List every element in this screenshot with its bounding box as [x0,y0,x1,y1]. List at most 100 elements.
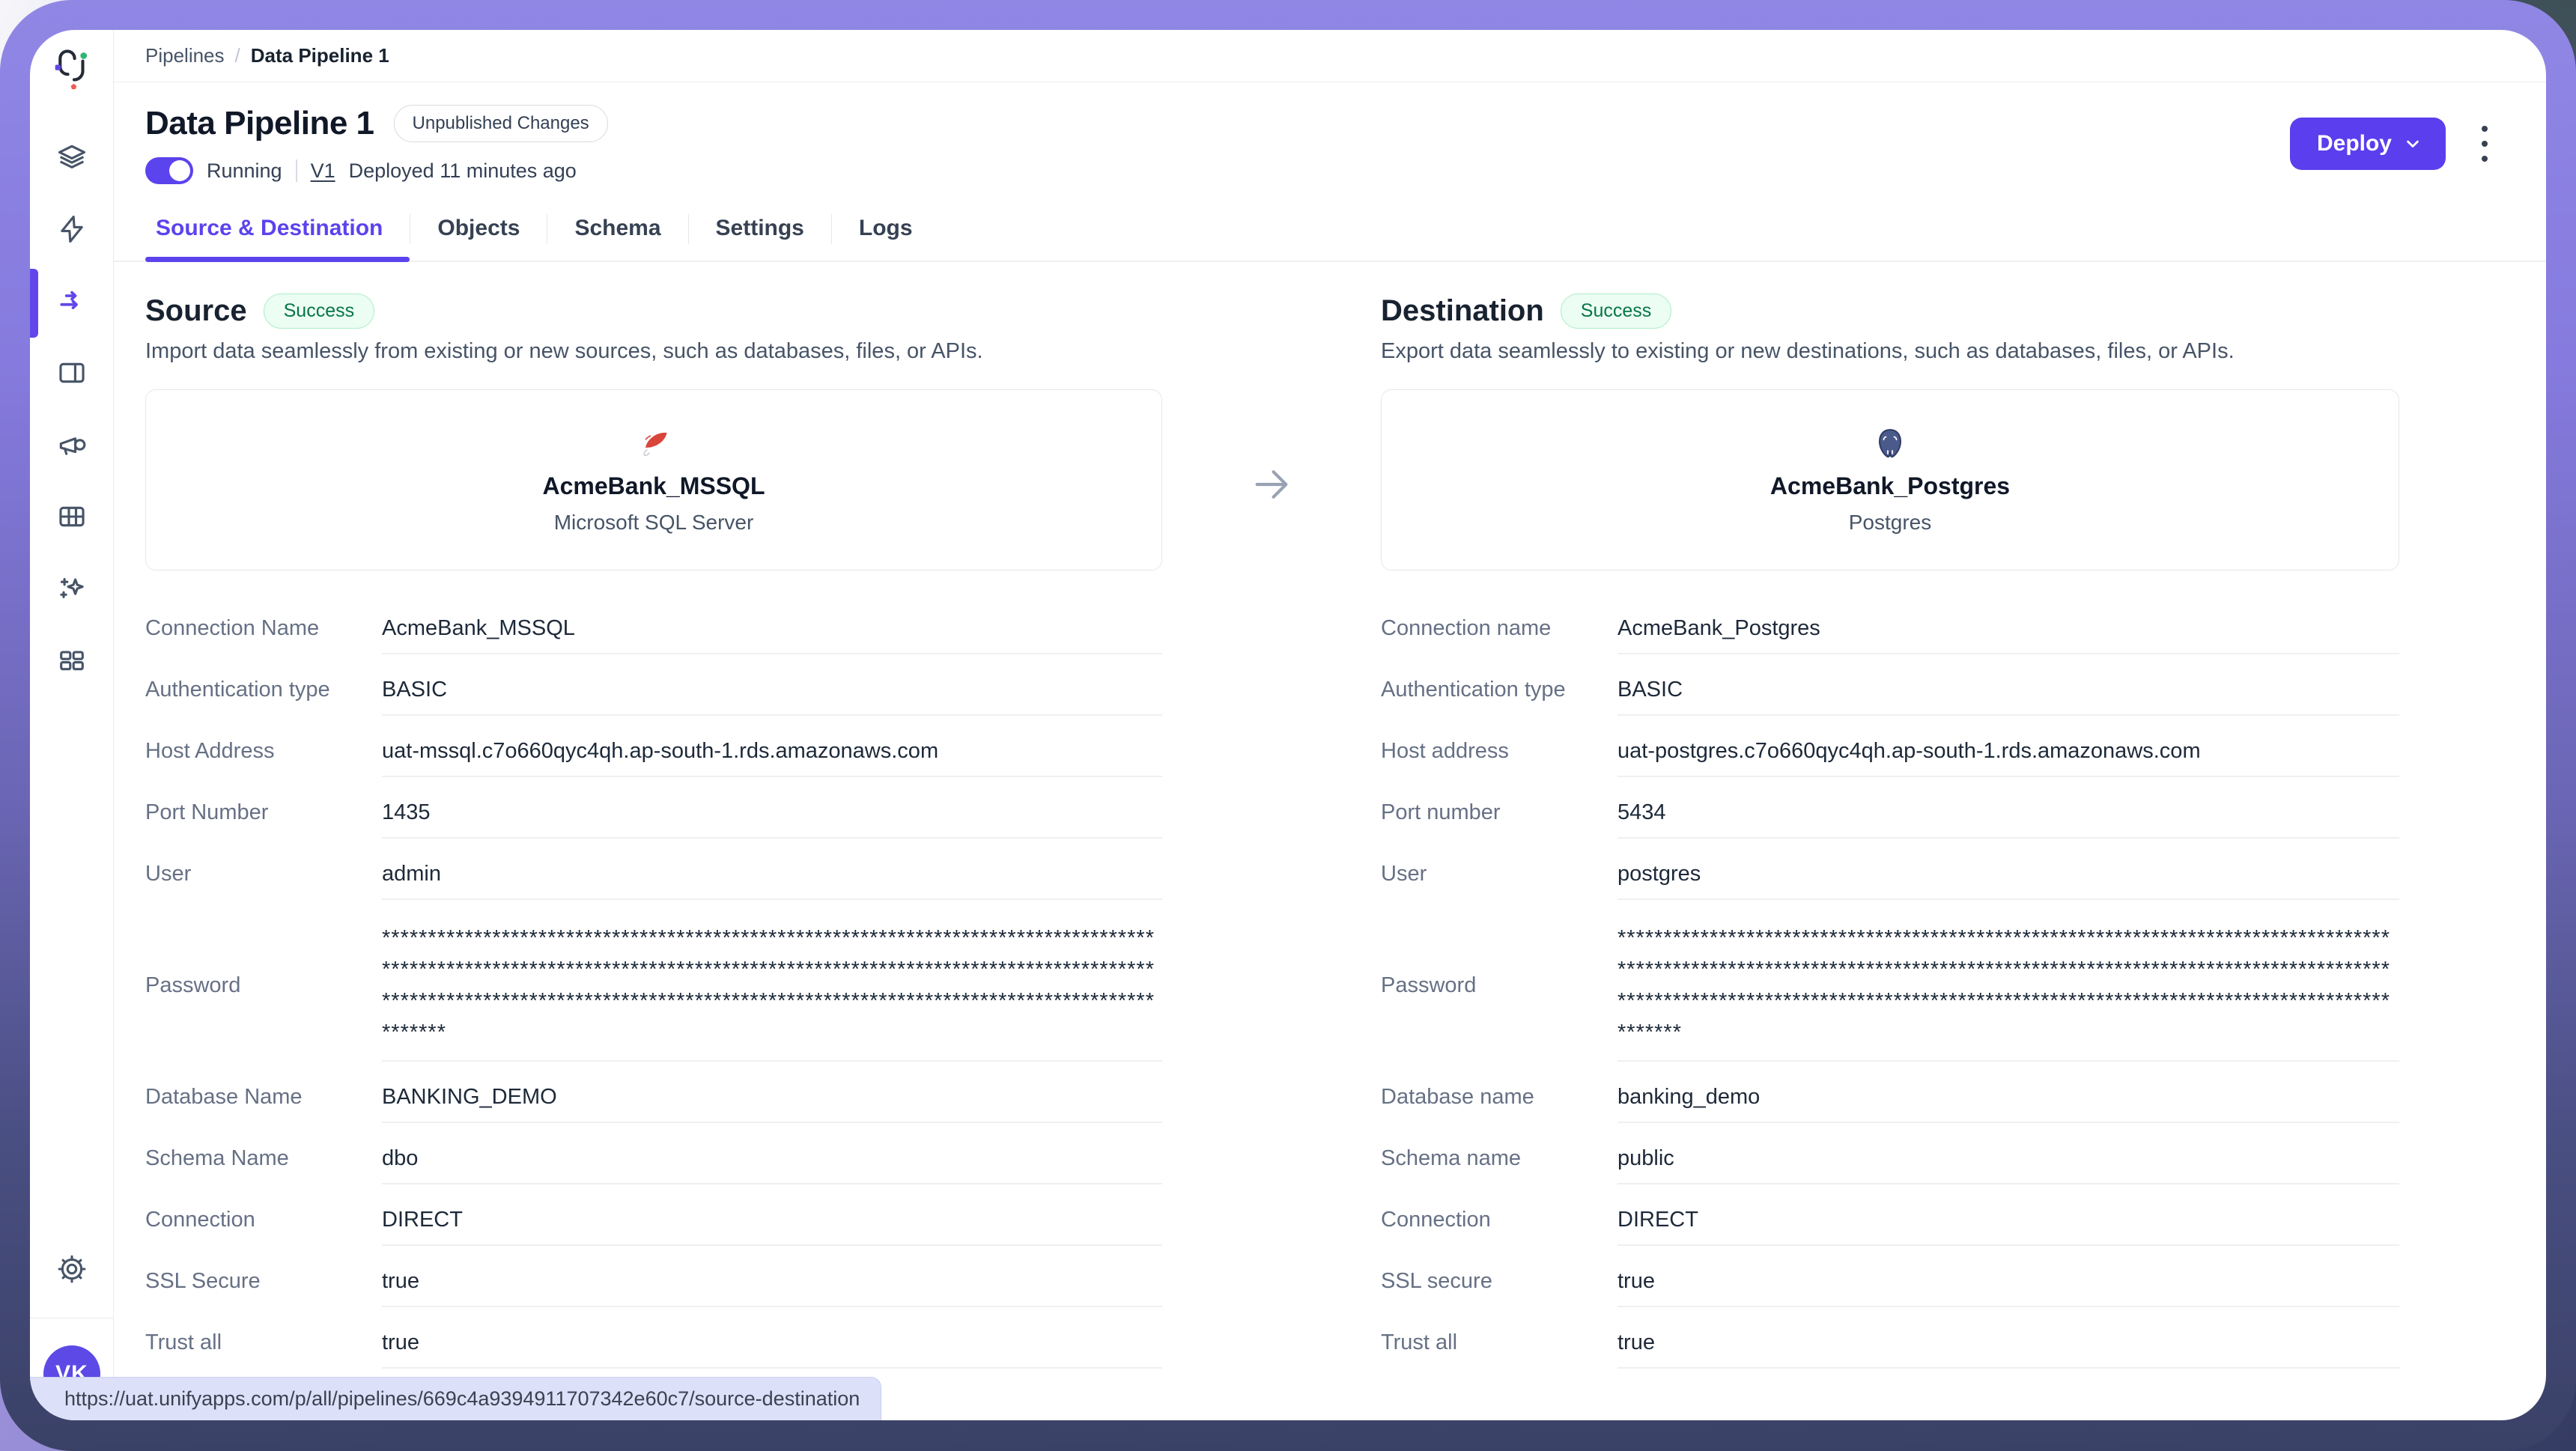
source-ssl-field[interactable]: true [382,1268,1162,1307]
tab-logs[interactable]: Logs [832,205,940,261]
source-title: Source [145,294,247,328]
dest-database-field[interactable]: banking_demo [1617,1084,2399,1123]
field-row: Connection NameAcmeBank_MSSQL [145,615,1162,654]
field-row: Authentication typeBASIC [145,677,1162,716]
source-auth-type-field[interactable]: BASIC [382,677,1162,716]
source-connector-card[interactable]: AcmeBank_MSSQL Microsoft SQL Server [145,389,1162,571]
page-header: Data Pipeline 1 Unpublished Changes Runn… [114,82,2546,184]
settings-button[interactable] [30,1252,114,1286]
field-row: Authentication typeBASIC [1381,677,2399,716]
field-row: Userpostgres [1381,861,2399,900]
main-content: Pipelines / Data Pipeline 1 Data Pipelin… [114,30,2546,1420]
field-row: Trust alltrue [145,1330,1162,1369]
breadcrumb-separator: / [235,44,240,67]
destination-connector-type: Postgres [1849,511,1932,535]
running-toggle[interactable] [145,157,193,184]
source-trust-all-field[interactable]: true [382,1330,1162,1369]
field-row: Password********************************… [145,922,1162,1062]
version-link[interactable]: V1 [311,159,335,183]
destination-connector-name: AcmeBank_Postgres [1770,472,2010,500]
source-connector-type: Microsoft SQL Server [554,511,754,535]
mssql-icon [636,426,672,462]
sidebar-nav [54,139,90,714]
field-row: ConnectionDIRECT [145,1207,1162,1246]
source-connection-field[interactable]: DIRECT [382,1207,1162,1246]
tab-settings[interactable]: Settings [689,205,831,261]
breadcrumb-current: Data Pipeline 1 [251,44,389,67]
source-success-badge: Success [264,293,374,329]
sidebar-item-megaphone[interactable] [54,427,90,463]
deploy-label: Deploy [2317,131,2392,156]
kebab-icon [2480,124,2489,163]
field-row: Connection nameAcmeBank_Postgres [1381,615,2399,654]
tab-objects[interactable]: Objects [410,205,547,261]
breadcrumb: Pipelines / Data Pipeline 1 [114,30,2546,82]
dest-schema-field[interactable]: public [1617,1146,2399,1184]
field-row: Schema namepublic [1381,1146,2399,1184]
source-database-field[interactable]: BANKING_DEMO [382,1084,1162,1123]
sidebar-item-apps-grid[interactable] [54,642,90,678]
page-title: Data Pipeline 1 [145,105,374,142]
app-window: VK Pipelines / Data Pipeline 1 Data Pipe… [30,30,2546,1420]
dest-auth-type-field[interactable]: BASIC [1617,677,2399,716]
tab-bar: Source & Destination Objects Schema Sett… [114,205,2546,262]
dest-password-field[interactable]: ****************************************… [1617,922,2399,1062]
breadcrumb-pipelines[interactable]: Pipelines [145,44,225,67]
sidebar-item-table[interactable] [54,499,90,535]
field-row: Trust alltrue [1381,1330,2399,1369]
destination-success-badge: Success [1561,293,1671,329]
dest-trust-all-field[interactable]: true [1617,1330,2399,1369]
unpublished-changes-badge: Unpublished Changes [394,105,608,142]
source-destination-panel: Source Success Import data seamlessly fr… [114,293,2546,1391]
sidebar-item-sparkles[interactable] [54,571,90,606]
field-row: Port Number1435 [145,800,1162,839]
kebab-menu-button[interactable] [2476,120,2494,168]
source-connection-name-field[interactable]: AcmeBank_MSSQL [382,615,1162,654]
dest-ssl-field[interactable]: true [1617,1268,2399,1307]
source-user-field[interactable]: admin [382,861,1162,900]
postgres-icon [1872,426,1908,462]
field-row: Database NameBANKING_DEMO [145,1084,1162,1123]
dest-connection-field[interactable]: DIRECT [1617,1207,2399,1246]
dest-connection-name-field[interactable]: AcmeBank_Postgres [1617,615,2399,654]
dest-user-field[interactable]: postgres [1617,861,2399,900]
arrow-right-icon [1248,461,1295,508]
source-fields: Connection NameAcmeBank_MSSQL Authentica… [145,615,1162,1369]
active-nav-indicator [30,269,38,338]
deployed-text: Deployed 11 minutes ago [349,159,577,183]
source-schema-field[interactable]: dbo [382,1146,1162,1184]
field-row: ConnectionDIRECT [1381,1207,2399,1246]
unifyapps-logo-icon[interactable] [50,49,94,93]
field-row: SSL securetrue [1381,1268,2399,1307]
dest-port-field[interactable]: 5434 [1617,800,2399,839]
field-row: Host Addressuat-mssql.c7o660qyc4qh.ap-so… [145,738,1162,777]
deploy-button[interactable]: Deploy [2290,118,2446,170]
destination-connector-card[interactable]: AcmeBank_Postgres Postgres [1381,389,2399,571]
tab-source-destination[interactable]: Source & Destination [145,205,410,261]
field-row: Port number5434 [1381,800,2399,839]
source-host-field[interactable]: uat-mssql.c7o660qyc4qh.ap-south-1.rds.am… [382,738,1162,777]
source-password-field[interactable]: ****************************************… [382,922,1162,1062]
source-section: Source Success Import data seamlessly fr… [145,293,1162,1391]
source-port-field[interactable]: 1435 [382,800,1162,839]
sidebar-item-bolt[interactable] [54,211,90,247]
source-description: Import data seamlessly from existing or … [145,339,1162,364]
header-actions: Deploy [2290,118,2494,170]
destination-section: Destination Success Export data seamless… [1381,293,2399,1391]
running-label: Running [207,159,282,183]
field-row: Host addressuat-postgres.c7o660qyc4qh.ap… [1381,738,2399,777]
sidebar-item-layers[interactable] [54,139,90,175]
gear-icon [55,1252,89,1286]
sidebar-item-pipelines[interactable] [54,283,90,319]
status-url-tooltip: https://uat.unifyapps.com/p/all/pipeline… [30,1377,881,1420]
flow-arrow-wrap [1162,293,1381,1391]
dest-host-field[interactable]: uat-postgres.c7o660qyc4qh.ap-south-1.rds… [1617,738,2399,777]
sidebar: VK [30,30,114,1420]
chevron-down-icon [2402,133,2423,154]
source-connector-name: AcmeBank_MSSQL [543,472,765,500]
tab-schema[interactable]: Schema [547,205,687,261]
sidebar-item-layout[interactable] [54,355,90,391]
field-row: SSL Securetrue [145,1268,1162,1307]
field-row: Database namebanking_demo [1381,1084,2399,1123]
destination-title: Destination [1381,294,1544,328]
